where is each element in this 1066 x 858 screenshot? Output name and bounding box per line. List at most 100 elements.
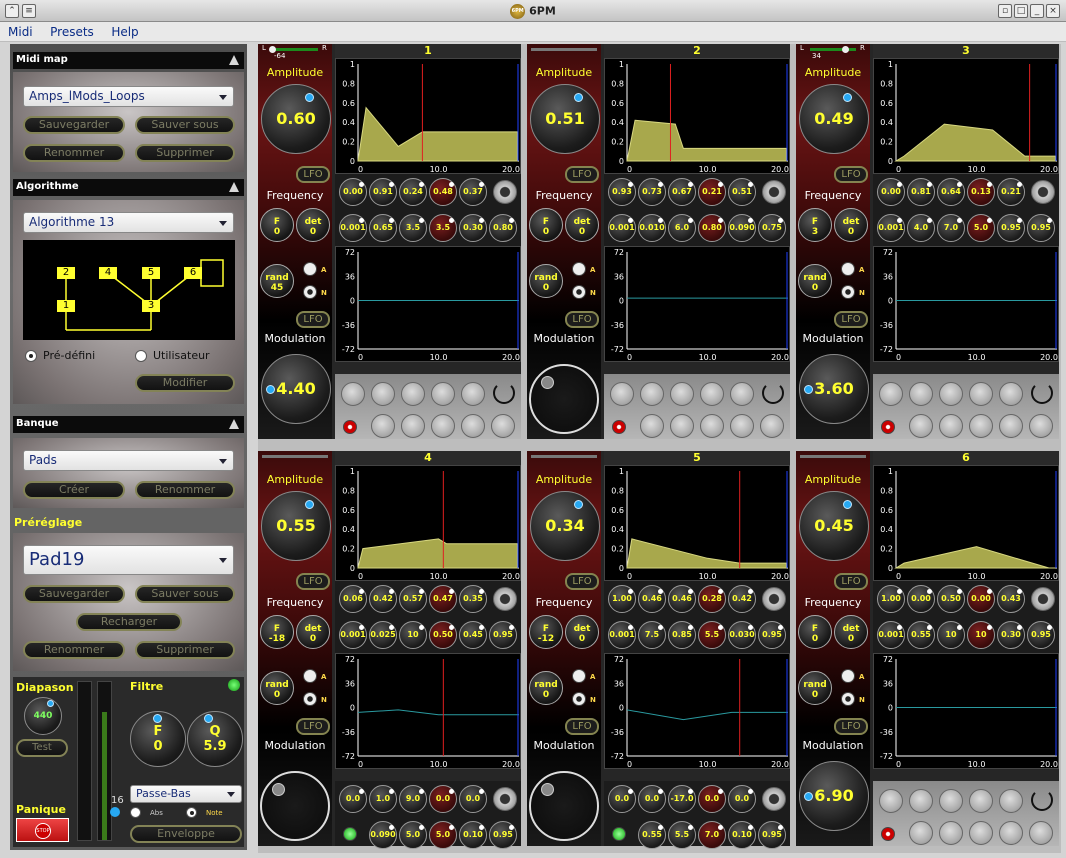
mod-slot-knob[interactable] bbox=[939, 821, 963, 845]
mod-slot-knob[interactable] bbox=[461, 414, 485, 438]
mod-slot-knob[interactable] bbox=[999, 789, 1023, 813]
mod-param-knob[interactable]: 0.0 bbox=[638, 785, 666, 813]
env-param-knob[interactable]: 3.5 bbox=[399, 214, 427, 242]
amplitude-envelope-plot[interactable]: 1 0.8 0.6 0.4 0.2 0 0 10.0 20.0 bbox=[604, 465, 790, 581]
window-resize-icon[interactable]: ▫ bbox=[998, 4, 1012, 18]
amplitude-knob[interactable]: 0.51 bbox=[530, 84, 600, 154]
env-param-knob[interactable]: 0.35 bbox=[459, 585, 487, 613]
mod-param-knob[interactable]: -17.0 bbox=[668, 785, 696, 813]
mod-slot-knob[interactable] bbox=[909, 414, 933, 438]
mod-slot-knob[interactable] bbox=[640, 414, 664, 438]
freq-mode-n-radio[interactable] bbox=[841, 692, 855, 706]
user-radio[interactable] bbox=[135, 350, 147, 362]
mod-slot-knob[interactable] bbox=[610, 382, 634, 406]
envelope-area[interactable] bbox=[894, 546, 1056, 569]
amplitude-knob[interactable]: 0.55 bbox=[261, 491, 331, 561]
envelope-button[interactable]: Enveloppe bbox=[130, 825, 242, 843]
env-param-knob[interactable]: 6.0 bbox=[668, 214, 696, 242]
mod-param-knob[interactable]: 0.95 bbox=[489, 821, 517, 849]
mod-slot-knob[interactable] bbox=[999, 382, 1023, 406]
amplitude-knob[interactable]: 0.34 bbox=[530, 491, 600, 561]
mod-param-knob[interactable]: 9.0 bbox=[399, 785, 427, 813]
freq-rand-knob[interactable]: rand 0 bbox=[798, 264, 832, 298]
mod-feedback-icon[interactable] bbox=[1031, 789, 1053, 811]
mod-slot-knob[interactable] bbox=[730, 382, 754, 406]
env-param-knob[interactable]: 0.42 bbox=[369, 585, 397, 613]
env-param-knob[interactable]: 0.010 bbox=[638, 214, 666, 242]
env-param-knob[interactable]: 1.00 bbox=[877, 585, 905, 613]
mod-slot-knob[interactable] bbox=[341, 382, 365, 406]
collapse-icon[interactable] bbox=[229, 182, 239, 192]
mod-param-knob[interactable]: 0.10 bbox=[459, 821, 487, 849]
filter-type-select[interactable]: Passe-Bas bbox=[130, 785, 242, 803]
mod-slot-knob[interactable] bbox=[939, 789, 963, 813]
freq-mode-n-radio[interactable] bbox=[572, 692, 586, 706]
modulation-knob[interactable]: 4.40 bbox=[261, 354, 331, 424]
modulation-enable-led[interactable] bbox=[343, 827, 357, 841]
env-param-knob[interactable]: 0.090 bbox=[728, 214, 756, 242]
env-param-knob[interactable]: 0.55 bbox=[907, 621, 935, 649]
env-param-knob[interactable]: 0.73 bbox=[638, 178, 666, 206]
env-param-knob[interactable]: 0.95 bbox=[997, 214, 1025, 242]
envelope-area[interactable] bbox=[626, 119, 787, 162]
mod-feedback-icon[interactable] bbox=[1031, 382, 1053, 404]
mod-slot-knob[interactable] bbox=[640, 382, 664, 406]
freq-det-knob[interactable]: det 0 bbox=[834, 208, 868, 242]
mod-param-knob[interactable]: 0.0 bbox=[608, 785, 636, 813]
env-param-knob[interactable]: 5.5 bbox=[698, 621, 726, 649]
test-button[interactable]: Test bbox=[16, 739, 68, 757]
mod-param-knob[interactable]: 0.0 bbox=[429, 785, 457, 813]
env-param-knob[interactable]: 0.45 bbox=[459, 621, 487, 649]
modulation-knob[interactable]: 3.60 bbox=[799, 354, 869, 424]
mod-slot-knob[interactable] bbox=[969, 789, 993, 813]
env-param-knob[interactable]: 0.001 bbox=[339, 621, 367, 649]
freq-mode-n-radio[interactable] bbox=[841, 285, 855, 299]
freq-mode-n-radio[interactable] bbox=[303, 285, 317, 299]
frequency-lfo-button[interactable]: LFO bbox=[834, 311, 868, 328]
mod-slot-knob[interactable] bbox=[760, 414, 784, 438]
env-param-knob[interactable]: 0.95 bbox=[758, 621, 786, 649]
env-param-knob[interactable]: 0.65 bbox=[369, 214, 397, 242]
frequency-envelope-plot[interactable]: 72 36 0 -36 -72 0 10.0 20.0 bbox=[335, 246, 521, 362]
pan-slider[interactable]: L R -64 bbox=[262, 44, 328, 60]
freq-mode-a-radio[interactable] bbox=[572, 262, 586, 276]
env-param-knob[interactable]: 10 bbox=[399, 621, 427, 649]
midi-map-select[interactable]: Amps_lMods_Loops bbox=[23, 86, 234, 107]
env-param-knob[interactable]: 10 bbox=[937, 621, 965, 649]
freq-rand-knob[interactable]: rand 0 bbox=[260, 671, 294, 705]
modulation-reset-icon[interactable] bbox=[493, 787, 517, 811]
envelope-area[interactable] bbox=[357, 538, 518, 569]
mod-param-knob[interactable]: 0.0 bbox=[728, 785, 756, 813]
amplitude-envelope-plot[interactable]: 1 0.8 0.6 0.4 0.2 0 0 10.0 20.0 bbox=[335, 58, 521, 174]
env-param-knob[interactable]: 0.80 bbox=[698, 214, 726, 242]
filter-enable-led[interactable] bbox=[228, 679, 240, 691]
modulation-enable-led[interactable] bbox=[612, 420, 626, 434]
env-param-knob[interactable]: 0.64 bbox=[937, 178, 965, 206]
freq-mode-a-radio[interactable] bbox=[841, 669, 855, 683]
filter-note-radio[interactable] bbox=[186, 807, 197, 818]
frequency-envelope-plot[interactable]: 72 36 0 -36 -72 0 10.0 20.0 bbox=[604, 246, 790, 362]
mod-slot-knob[interactable] bbox=[700, 382, 724, 406]
mod-slot-knob[interactable] bbox=[909, 789, 933, 813]
env-param-knob[interactable]: 10 bbox=[967, 621, 995, 649]
env-param-knob[interactable]: 0.51 bbox=[728, 178, 756, 206]
modify-button[interactable]: Modifier bbox=[135, 374, 235, 392]
mod-slot-knob[interactable] bbox=[909, 382, 933, 406]
mod-slot-knob[interactable] bbox=[879, 789, 903, 813]
mod-slot-knob[interactable] bbox=[670, 414, 694, 438]
mod-param-knob[interactable]: 5.0 bbox=[429, 821, 457, 849]
env-param-knob[interactable]: 0.95 bbox=[1027, 621, 1055, 649]
env-param-knob[interactable]: 1.00 bbox=[608, 585, 636, 613]
env-param-knob[interactable]: 0.001 bbox=[608, 621, 636, 649]
amplitude-knob[interactable]: 0.49 bbox=[799, 84, 869, 154]
env-param-knob[interactable]: 0.00 bbox=[877, 178, 905, 206]
mod-slot-knob[interactable] bbox=[1029, 414, 1053, 438]
preset-select[interactable]: Pad19 bbox=[23, 545, 234, 575]
pan-slider[interactable]: L R bbox=[531, 452, 597, 462]
amplitude-lfo-button[interactable]: LFO bbox=[834, 166, 868, 183]
amplitude-envelope-plot[interactable]: 1 0.8 0.6 0.4 0.2 0 0 10.0 20.0 bbox=[604, 58, 790, 174]
env-param-knob[interactable]: 0.48 bbox=[429, 178, 457, 206]
env-param-knob[interactable]: 0.21 bbox=[698, 178, 726, 206]
filter-q-knob[interactable]: Q 5.9 bbox=[187, 711, 243, 767]
env-param-knob[interactable]: 7.5 bbox=[638, 621, 666, 649]
